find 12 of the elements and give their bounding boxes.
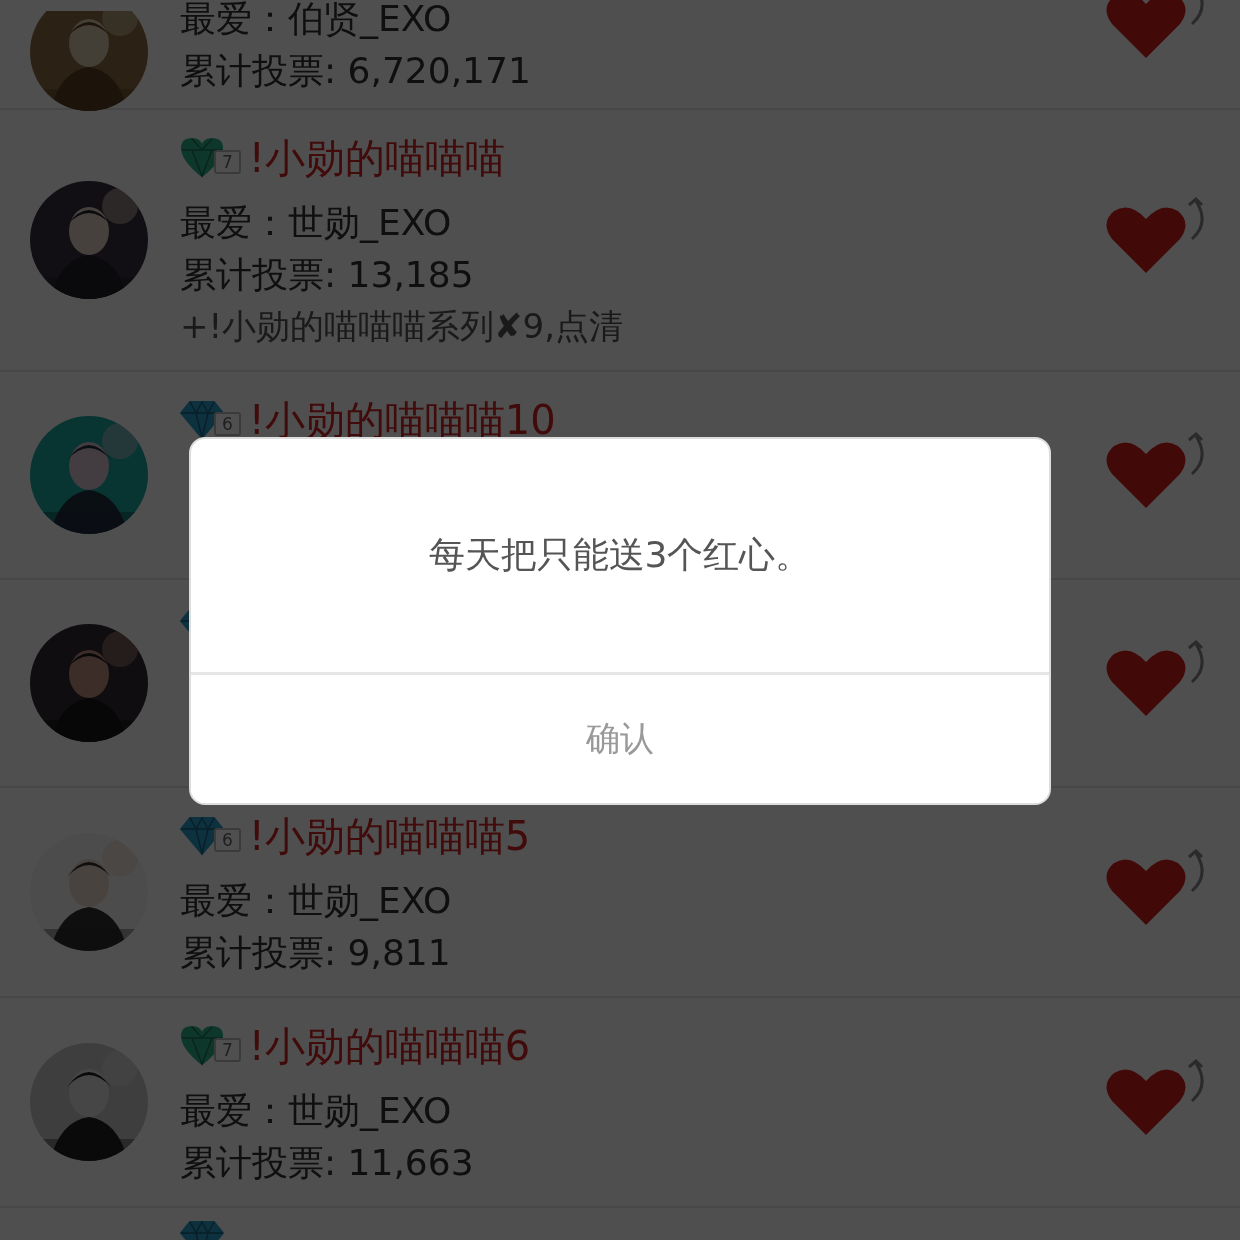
user-name[interactable]: !小勋的喵喵喵 [248,130,505,186]
favorite-label: 最爱：世勋_EXO [180,879,453,923]
favorite-label: 最爱：世勋_EXO [180,1089,453,1133]
favorite-label: 最爱：世勋_EXO [180,201,453,245]
vote-count: 累计投票: 11,663 [180,1141,475,1185]
dialog-message: 每天把只能送3个红心。 [428,533,812,577]
vote-count: 累计投票: 9,811 [180,931,452,975]
favorite-label: 最爱：伯贤_EXO [180,0,453,41]
vote-count: 累计投票: 13,185 [180,253,475,297]
vote-count: 累计投票: 6,720,171 [180,49,532,93]
user-name[interactable]: !小勋的喵喵喵6 [248,1018,531,1074]
user-name[interactable]: !小勋的喵喵喵5 [248,808,531,864]
